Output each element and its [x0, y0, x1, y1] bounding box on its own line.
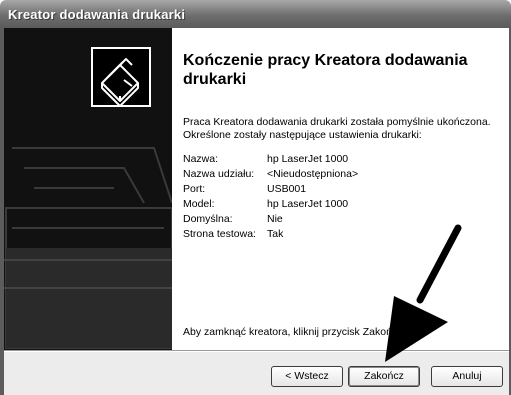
setting-row-model: Model: hp LaserJet 1000 — [183, 197, 503, 212]
finish-button[interactable]: Zakończ — [348, 366, 420, 387]
setting-label: Port: — [183, 183, 206, 195]
setting-value: hp LaserJet 1000 — [267, 153, 349, 165]
setting-row-test-page: Strona testowa: Tak — [183, 227, 503, 242]
setting-label: Strona testowa: — [183, 228, 256, 240]
side-panel-graphic — [4, 47, 172, 349]
settings-list: Nazwa: hp LaserJet 1000 Nazwa udziału: <… — [183, 152, 503, 242]
closing-text: Aby zamknąć kreatora, kliknij przycisk Z… — [183, 326, 406, 338]
setting-label: Model: — [183, 198, 215, 210]
setting-row-default: Domyślna: Nie — [183, 212, 503, 227]
setting-label: Domyślna: — [183, 213, 233, 225]
setting-value: USB001 — [267, 183, 307, 195]
setting-value: Tak — [267, 228, 284, 240]
setting-value: Nie — [267, 213, 283, 225]
wizard-side-panel — [4, 28, 172, 350]
button-bar: < Wstecz Zakończ Anuluj — [4, 352, 509, 395]
wizard-content: Kończenie pracy Kreatora dodawania druka… — [172, 28, 509, 350]
setting-value: hp LaserJet 1000 — [267, 198, 349, 210]
title-bar[interactable]: Kreator dodawania drukarki — [0, 0, 511, 28]
cancel-button[interactable]: Anuluj — [431, 366, 503, 387]
window-title: Kreator dodawania drukarki — [8, 7, 186, 22]
intro-text: Praca Kreatora dodawania drukarki został… — [183, 116, 491, 141]
back-button[interactable]: < Wstecz — [271, 366, 343, 387]
page-title: Kończenie pracy Kreatora dodawania druka… — [183, 52, 468, 88]
setting-row-name: Nazwa: hp LaserJet 1000 — [183, 152, 503, 167]
wizard-window: Kreator dodawania drukarki Kończenie pra… — [0, 0, 511, 395]
printer-icon — [91, 47, 151, 107]
setting-label: Nazwa: — [183, 153, 219, 165]
setting-label: Nazwa udziału: — [183, 168, 255, 180]
setting-row-share: Nazwa udziału: <Nieudostępniona> — [183, 167, 503, 182]
setting-value: <Nieudostępniona> — [267, 168, 359, 180]
setting-row-port: Port: USB001 — [183, 182, 503, 197]
